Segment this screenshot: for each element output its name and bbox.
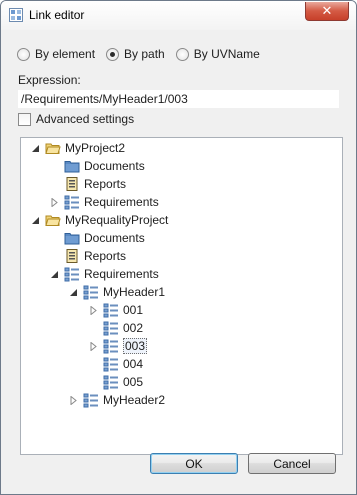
radio-by-element-label: By element — [35, 47, 96, 61]
folder-open-icon — [45, 212, 61, 228]
tree-node[interactable]: 004 — [89, 355, 143, 373]
tree-node[interactable]: 002 — [89, 319, 143, 337]
tree-node-label: MyProject2 — [65, 141, 126, 155]
radio-by-path[interactable]: By path — [106, 46, 165, 62]
project-tree[interactable]: MyProject2 Documents Reports Requirements My… — [20, 137, 343, 455]
advanced-settings-checkbox[interactable]: Advanced settings — [18, 112, 134, 126]
requirements-icon — [83, 284, 99, 300]
report-icon — [64, 248, 80, 264]
radio-by-element-indicator — [17, 47, 30, 61]
tree-node[interactable]: Reports — [50, 175, 126, 193]
app-icon — [9, 8, 23, 22]
expression-input[interactable] — [18, 90, 339, 108]
no-arrow-spacer — [89, 360, 98, 369]
mode-radio-group: By element By path By UVName — [17, 46, 271, 62]
tree-node[interactable]: Requirements — [50, 265, 159, 283]
tree-node-label: 004 — [123, 357, 144, 371]
window-title: Link editor — [29, 8, 85, 22]
tree-node-label: 003 — [123, 338, 148, 354]
tree-node[interactable]: Documents — [50, 229, 145, 247]
close-button[interactable]: ✕ — [305, 2, 349, 21]
expanded-arrow-icon[interactable] — [50, 270, 59, 279]
folder-open-icon — [45, 140, 61, 156]
expanded-arrow-icon[interactable] — [69, 288, 78, 297]
report-icon — [64, 176, 80, 192]
tree-node[interactable]: Requirements — [50, 193, 159, 211]
requirements-icon — [103, 302, 119, 318]
radio-by-uvname[interactable]: By UVName — [175, 46, 260, 62]
tree-node[interactable]: Documents — [50, 157, 145, 175]
cancel-button-label: Cancel — [273, 456, 311, 471]
ok-button-label: OK — [185, 456, 203, 471]
advanced-settings-label: Advanced settings — [36, 112, 135, 126]
requirements-icon — [64, 194, 80, 210]
advanced-settings-box — [18, 112, 31, 126]
collapsed-arrow-icon[interactable] — [69, 395, 78, 405]
close-icon: ✕ — [321, 3, 333, 18]
folder-icon — [64, 230, 80, 246]
requirements-icon — [83, 392, 99, 408]
tree-node[interactable]: 003 — [89, 337, 148, 355]
tree-node[interactable]: MyHeader1 — [69, 283, 165, 301]
tree-node-label: Reports — [84, 177, 127, 191]
tree-node-label: 005 — [123, 375, 144, 389]
radio-by-uvname-label: By UVName — [193, 47, 260, 61]
tree-node-label: MyHeader2 — [103, 393, 166, 407]
tree-node-label: MyHeader1 — [103, 285, 166, 299]
tree-node[interactable]: MyRequalityProject — [31, 211, 168, 229]
no-arrow-spacer — [89, 378, 98, 387]
expression-label: Expression: — [18, 73, 81, 87]
ok-button[interactable]: OK — [150, 453, 238, 474]
tree-node-label: MyRequalityProject — [65, 213, 169, 227]
requirements-icon — [103, 374, 119, 390]
cancel-button[interactable]: Cancel — [248, 453, 336, 474]
tree-node[interactable]: 005 — [89, 373, 143, 391]
expanded-arrow-icon[interactable] — [31, 216, 40, 225]
tree-node[interactable]: MyProject2 — [31, 139, 125, 157]
tree-node[interactable]: 001 — [89, 301, 143, 319]
radio-by-element[interactable]: By element — [17, 46, 95, 62]
tree-node-label: Documents — [84, 231, 145, 245]
title-bar[interactable]: Link editor ✕ — [1, 1, 356, 30]
radio-by-path-label: By path — [124, 47, 165, 61]
tree-node-label: Requirements — [84, 195, 159, 209]
tree-node-label: Reports — [84, 249, 127, 263]
collapsed-arrow-icon[interactable] — [89, 305, 98, 315]
radio-by-uvname-indicator — [175, 47, 189, 61]
tree-node[interactable]: Reports — [50, 247, 126, 265]
expanded-arrow-icon[interactable] — [31, 144, 40, 153]
tree-node-label: 002 — [123, 321, 144, 335]
requirements-icon — [103, 356, 119, 372]
tree-node-label: Documents — [84, 159, 145, 173]
collapsed-arrow-icon[interactable] — [89, 341, 98, 351]
radio-by-path-indicator — [106, 47, 120, 61]
collapsed-arrow-icon[interactable] — [50, 197, 59, 207]
tree-node-label: 001 — [123, 303, 144, 317]
no-arrow-spacer — [89, 324, 98, 333]
requirements-icon — [103, 338, 119, 354]
tree-node-label: Requirements — [84, 267, 159, 281]
dialog-body: By element By path By UVName Expression:… — [8, 30, 349, 487]
no-arrow-spacer — [50, 252, 59, 261]
requirements-icon — [64, 266, 80, 282]
tree-node[interactable]: MyHeader2 — [69, 391, 165, 409]
no-arrow-spacer — [50, 234, 59, 243]
link-editor-window: Link editor ✕ By element By path By UVNa… — [0, 0, 357, 495]
requirements-icon — [103, 320, 119, 336]
folder-icon — [64, 158, 80, 174]
no-arrow-spacer — [50, 162, 59, 171]
no-arrow-spacer — [50, 180, 59, 189]
